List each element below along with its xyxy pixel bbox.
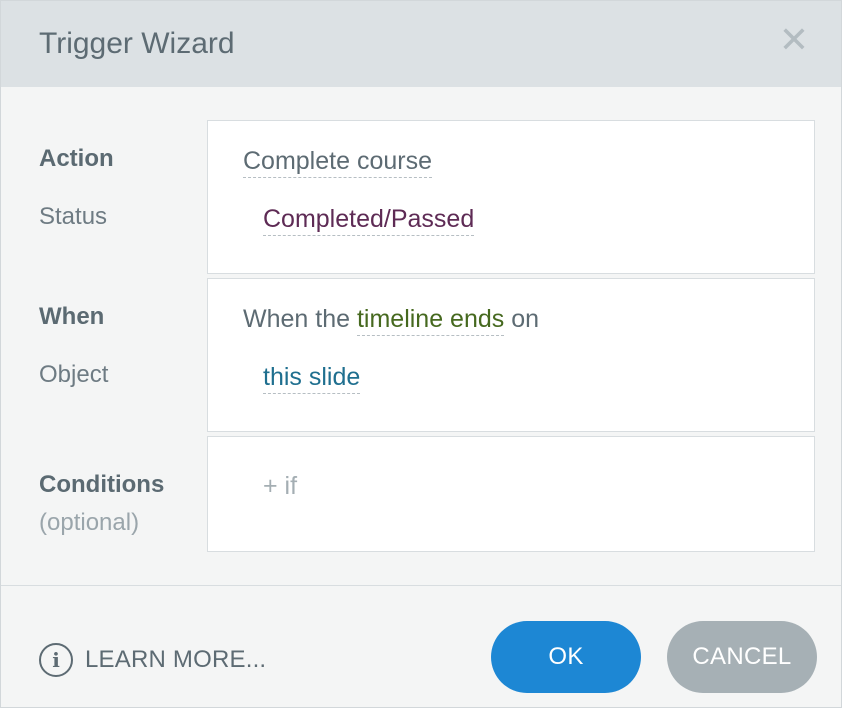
cancel-button[interactable]: CANCEL xyxy=(667,621,817,693)
conditions-label: Conditions xyxy=(39,471,165,498)
event-dropdown[interactable]: timeline ends xyxy=(356,305,505,336)
trigger-wizard-dialog: Trigger Wizard ✕ Action Status Complete … xyxy=(0,0,842,708)
add-condition-button[interactable]: + if xyxy=(263,470,297,502)
when-sentence-suffix: on xyxy=(511,305,540,333)
when-label: When xyxy=(39,303,105,330)
status-label: Status xyxy=(39,203,108,230)
close-icon[interactable]: ✕ xyxy=(777,22,811,58)
action-panel: Complete course Completed/Passed xyxy=(207,120,815,274)
conditions-panel: + if xyxy=(207,436,815,552)
status-dropdown[interactable]: Completed/Passed xyxy=(263,205,475,236)
when-panel: When the timeline ends on this slide xyxy=(207,278,815,432)
when-sentence-prefix: When the xyxy=(243,305,351,333)
ok-button[interactable]: OK xyxy=(491,621,641,693)
action-dropdown[interactable]: Complete course xyxy=(243,147,432,178)
object-label: Object xyxy=(39,361,109,388)
learn-more-label: LEARN MORE... xyxy=(85,646,267,673)
learn-more-link[interactable]: i LEARN MORE... xyxy=(39,641,266,679)
conditions-optional-label: (optional) xyxy=(39,509,140,536)
footer-divider xyxy=(1,585,841,586)
dialog-titlebar: Trigger Wizard ✕ xyxy=(1,1,841,87)
object-dropdown[interactable]: this slide xyxy=(263,363,361,394)
info-icon: i xyxy=(39,643,73,677)
dialog-title: Trigger Wizard xyxy=(39,27,235,60)
action-label: Action xyxy=(39,145,114,172)
